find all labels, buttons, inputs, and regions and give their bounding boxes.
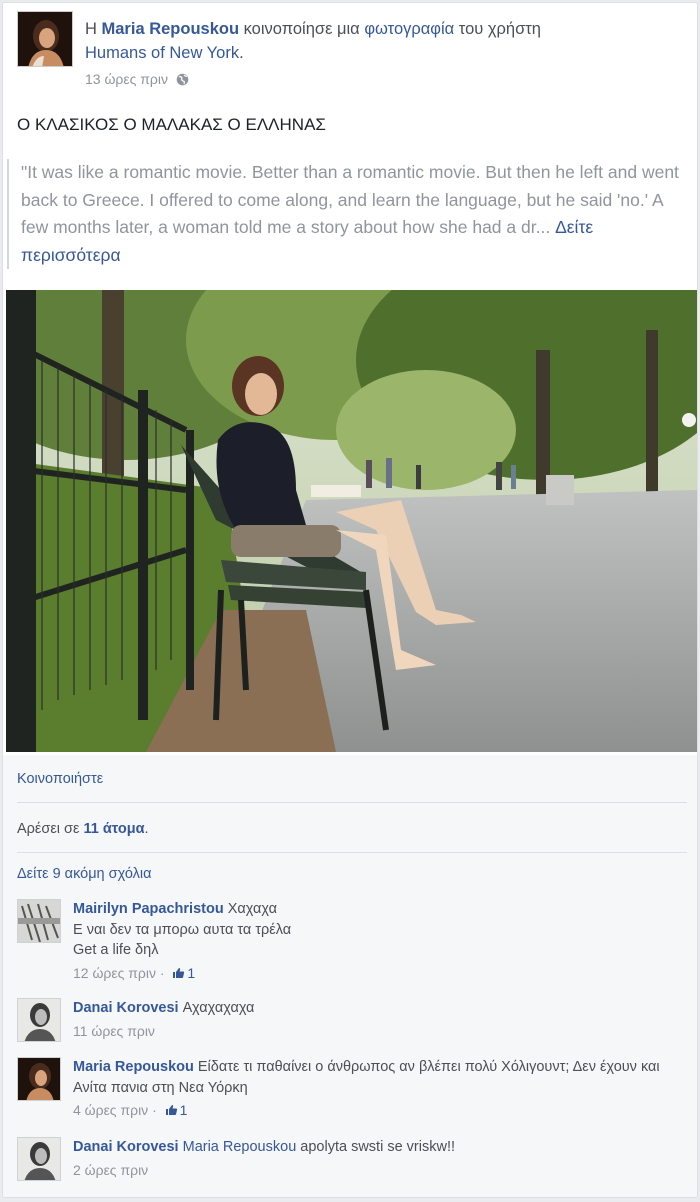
comment-meta: 4 ώρες πριν · 1 [73,1101,188,1118]
comment-meta: 12 ώρες πριν · 1 [73,964,196,981]
comment-text: apolyta swsti se vriskw!! [296,1139,456,1155]
likes-prefix: Αρέσει σε [17,821,84,837]
view-more-comments-link[interactable]: Δείτε 9 ακόμη σχόλια [17,866,151,882]
author-avatar[interactable] [17,11,73,67]
commenter-name-link[interactable]: Danai Korovesi [73,1000,179,1016]
globe-icon[interactable] [176,69,189,86]
comment-timestamp[interactable]: 12 ώρες πριν [73,965,156,981]
headline-prefix: Η [85,20,97,38]
like-thumb-icon[interactable] [165,1101,178,1115]
comment-text-line2: Ε ναι δεν τα μπορω αυτα τα τρέλα [73,921,292,938]
comment-text: Χαχαχα [227,901,277,917]
likes-count-link[interactable]: 11 άτομα [84,821,145,837]
commenter-name-link[interactable]: Maria Repouskou [73,1059,194,1075]
comment-body: Mairilyn Papachristou Χαχαχα Ε ναι δεν τ… [73,899,683,983]
comment-text: Αχαχαχαχα [182,1000,255,1016]
share-headline: Η Maria Repouskou κοινοποίησε μια φωτογρ… [85,17,685,91]
comment-timestamp[interactable]: 2 ώρες πριν [73,1162,148,1178]
page-name-link[interactable]: Humans of New York [85,44,239,62]
headline-suffix: . [239,44,244,62]
comment-body: Danai Korovesi Αχαχαχαχα 11 ώρες πριν [73,998,683,1041]
comment-like-count[interactable]: 1 [180,1102,188,1118]
commenter-name-link[interactable]: Danai Korovesi [73,1139,179,1155]
comment-meta: 2 ώρες πριν [73,1160,683,1181]
comment-meta: 11 ώρες πριν [73,1021,683,1042]
comment-body: Maria Repouskou Είδατε τι παθαίνει ο άνθ… [73,1057,683,1121]
post-timestamp-row: 13 ώρες πριν [85,67,685,91]
comment-timestamp[interactable]: 11 ώρες πριν [73,1023,155,1039]
like-thumb-icon[interactable] [172,964,185,978]
comment-body: Danai Korovesi Maria Repouskou apolyta s… [73,1137,683,1180]
footer-divider [17,852,687,853]
footer-divider [17,802,687,803]
commenter-avatar[interactable] [17,1137,61,1181]
likes-summary: Αρέσει σε 11 άτομα. [17,821,149,837]
commenter-avatar[interactable] [17,998,61,1042]
comment-timestamp[interactable]: 4 ώρες πριν [73,1102,148,1118]
shared-quote: "It was like a romantic movie. Better th… [7,159,693,269]
commenter-avatar[interactable] [17,1057,61,1101]
comment-text-line3: Get a life δηλ [73,942,159,958]
shared-photo[interactable] [6,290,697,752]
headline-verb: κοινοποίησε μια [239,20,365,38]
mention-link[interactable]: Maria Repouskou [183,1139,297,1155]
share-button[interactable]: Κοινοποιήστε [17,771,103,787]
post-footer: Κοινοποιήστε Αρέσει σε 11 άτομα. Δείτε 9… [3,755,697,1197]
photo-link[interactable]: φωτογραφία [364,20,454,38]
likes-suffix: . [144,821,149,837]
comment-like-count[interactable]: 1 [187,965,195,981]
status-text: Ο ΚΛΑΣΙΚΟΣ Ο ΜΑΛΑΚΑΣ Ο ΕΛΛΗΝΑΣ [17,115,326,134]
post-timestamp[interactable]: 13 ώρες πριν [85,71,168,87]
author-name-link[interactable]: Maria Repouskou [102,20,240,38]
post-card: Η Maria Repouskou κοινοποίησε μια φωτογρ… [2,2,698,1198]
commenter-name-link[interactable]: Mairilyn Papachristou [73,901,224,917]
headline-of-user: του χρήστη [454,20,541,38]
commenter-avatar[interactable] [17,899,61,943]
